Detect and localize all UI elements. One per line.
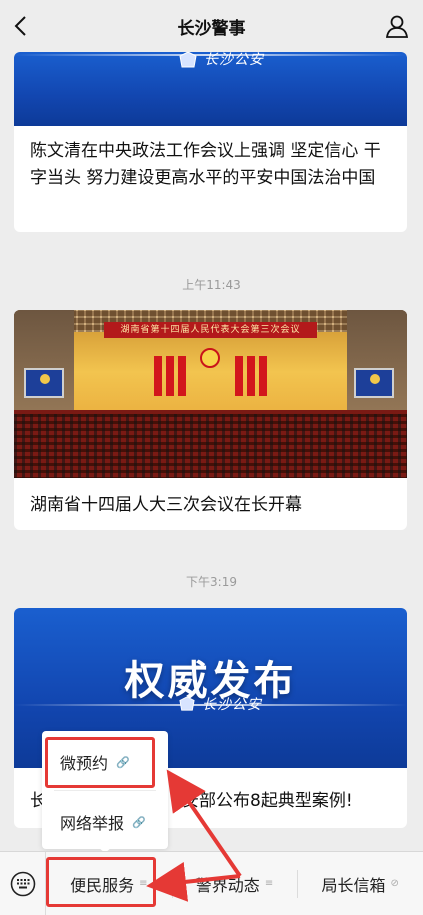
banner-caption: 湖南省第十四届人民代表大会第三次会议 <box>104 322 317 338</box>
submenu-item-label: 微预约 <box>60 754 109 773</box>
back-button[interactable] <box>8 12 36 40</box>
menu-item-label: 警界动态 <box>195 875 260 895</box>
link-icon: 🔗 <box>132 815 146 829</box>
user-icon <box>385 15 409 38</box>
article-card[interactable]: 湖南省第十四届人民代表大会第三次会议 湖南省十四届人大三次会议在长开幕 <box>14 310 407 530</box>
article-title: 陈文清在中央政法工作会议上强调 坚定信心 干字当头 努力建设更高水平的平安中国法… <box>30 141 381 188</box>
message-timestamp: 上午11:43 <box>182 278 241 292</box>
submenu-item-appointment[interactable]: 微预约 🔗 <box>42 734 168 790</box>
divider <box>54 790 156 791</box>
link-icon: 🔗 <box>116 755 130 769</box>
top-bar: 长沙警事 <box>0 0 423 52</box>
link-icon: ⊘ <box>390 878 399 889</box>
menu-item-mailbox[interactable]: 局长信箱 ⊘ <box>297 852 423 915</box>
police-badge-icon <box>179 52 197 68</box>
article-card[interactable]: 长沙公安 陈文清在中央政法工作会议上强调 坚定信心 干字当头 努力建设更高水平的… <box>14 52 407 232</box>
article-cover-image: 长沙公安 <box>14 52 407 126</box>
submenu-popup: 微预约 🔗 网络举报 🔗 <box>42 731 168 849</box>
menu-item-news[interactable]: 警界动态 ≡ <box>171 852 298 915</box>
police-badge-icon <box>179 696 195 711</box>
page-title: 长沙警事 <box>177 18 246 39</box>
keyboard-icon <box>10 871 35 896</box>
article-cover-image: 湖南省第十四届人民代表大会第三次会议 <box>14 310 407 478</box>
brand-logo: 长沙公安 <box>204 52 264 68</box>
submenu-item-report[interactable]: 网络举报 🔗 <box>42 794 168 850</box>
national-emblem-icon <box>200 348 220 368</box>
brand-logo: 长沙公安 <box>202 697 262 713</box>
menu-item-label: 局长信箱 <box>321 875 386 895</box>
menu-list-icon: ≡ <box>264 878 274 889</box>
keyboard-toggle-button[interactable] <box>0 851 46 915</box>
chevron-left-icon <box>14 16 26 36</box>
message-timestamp: 下午3:19 <box>186 575 237 589</box>
bottom-menu-bar: 便民服务 ≡ 警界动态 ≡ 局长信箱 ⊘ <box>0 851 423 915</box>
profile-button[interactable] <box>383 12 411 40</box>
submenu-item-label: 网络举报 <box>60 814 125 833</box>
menu-list-icon: ≡ <box>139 878 148 889</box>
menu-item-services[interactable]: 便民服务 ≡ <box>46 852 172 915</box>
article-title: 湖南省十四届人大三次会议在长开幕 <box>30 495 302 515</box>
article-title-end: 安部公布8起典型案例! <box>182 791 353 811</box>
menu-item-label: 便民服务 <box>70 875 135 895</box>
